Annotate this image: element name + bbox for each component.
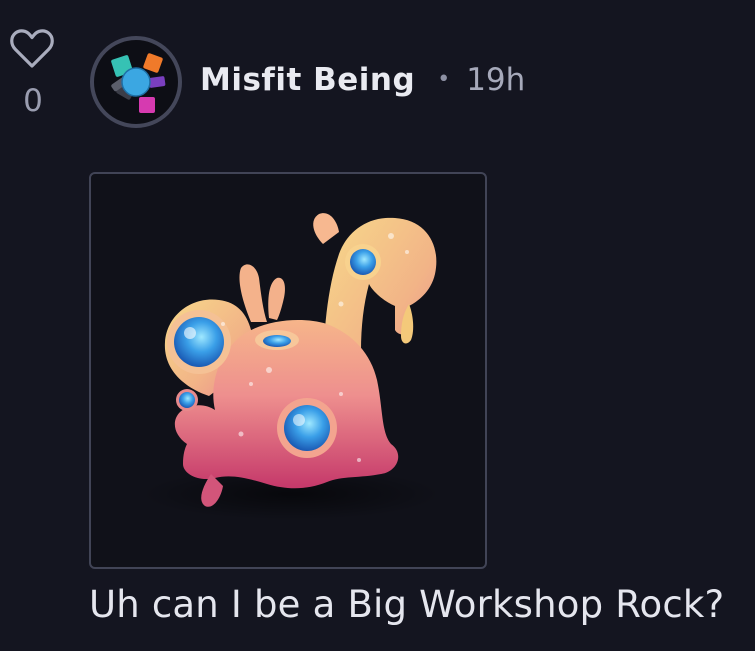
post-image[interactable] [89, 172, 487, 569]
post-header: Misfit Being • 19h [200, 62, 525, 98]
header-separator: • [437, 67, 451, 92]
like-count: 0 [23, 83, 43, 119]
author-avatar[interactable] [89, 35, 183, 129]
like-control: 0 [8, 28, 56, 117]
post-timestamp: 19h [466, 62, 526, 98]
author-name[interactable]: Misfit Being [200, 62, 415, 98]
heart-outline-icon[interactable] [9, 28, 55, 70]
post-caption: Uh can I be a Big Workshop Rock? [89, 583, 725, 626]
slime-creature-image [141, 213, 441, 520]
